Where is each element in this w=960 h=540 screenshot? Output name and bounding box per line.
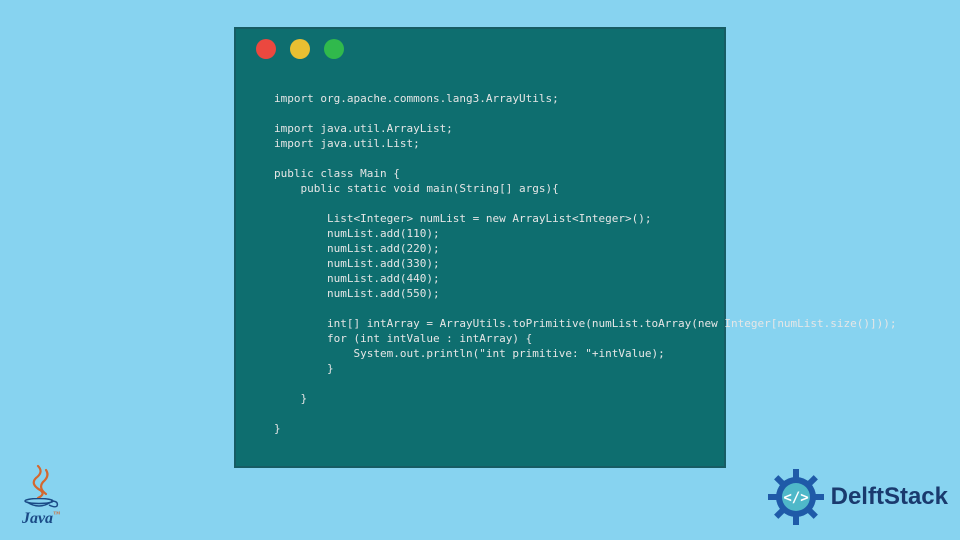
java-logo: Java™ — [14, 464, 68, 534]
delftstack-text: DelftStack — [831, 483, 948, 511]
code-window: import org.apache.commons.lang3.ArrayUti… — [234, 27, 726, 468]
gear-icon: </> — [767, 468, 825, 526]
traffic-lights — [256, 39, 344, 59]
red-dot — [256, 39, 276, 59]
java-label: Java — [22, 510, 53, 527]
code-block: import org.apache.commons.lang3.ArrayUti… — [274, 91, 704, 436]
java-steam-icon — [26, 464, 56, 498]
java-text: Java™ — [22, 510, 60, 528]
java-tm: ™ — [53, 510, 60, 518]
svg-text:</>: </> — [783, 490, 808, 506]
yellow-dot — [290, 39, 310, 59]
java-cup-icon — [21, 498, 61, 508]
green-dot — [324, 39, 344, 59]
delftstack-logo: </> DelftStack — [767, 468, 948, 526]
